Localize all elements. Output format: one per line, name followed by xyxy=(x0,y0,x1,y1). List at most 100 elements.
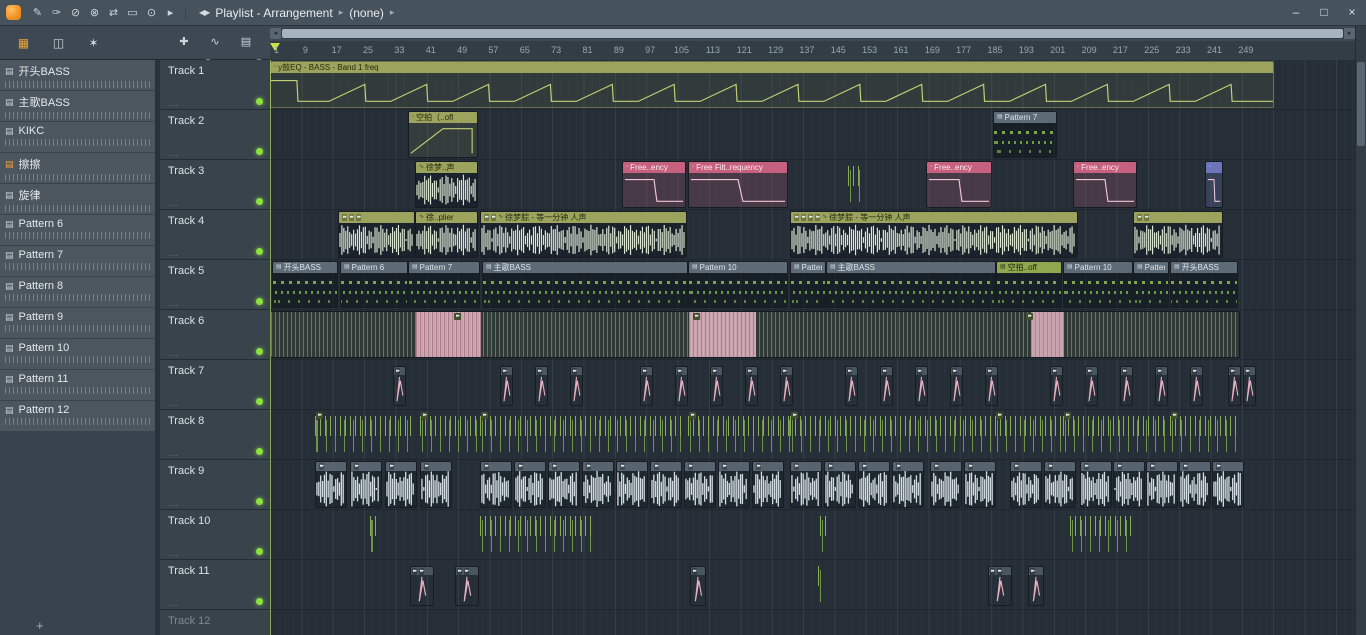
track-enable-led[interactable] xyxy=(256,348,263,355)
track-options[interactable]: ... xyxy=(168,448,179,458)
pattern-list-item[interactable]: ▤Pattern 8 xyxy=(0,277,155,307)
playback-tool-icon[interactable]: ▸ xyxy=(161,0,180,26)
audio-clip[interactable]: ▸▸▸▸▸▸ xyxy=(338,211,415,258)
spike-clip[interactable]: ▸▸ xyxy=(1120,366,1133,406)
timeline-bar-number[interactable]: 25 xyxy=(363,45,373,55)
ticks-clip[interactable]: ▸▸ xyxy=(420,411,478,458)
audio-clip[interactable]: ▸▸▸▸▸▸▸▸∿徐梦腙 - 等一分钟 人声 xyxy=(790,211,1078,258)
wave-small-clip[interactable]: ▸▸ xyxy=(752,461,784,508)
playlist-lane[interactable]: ◦y鼓EQ - BASS - Band 1 freq xyxy=(270,60,1355,110)
pink-clip[interactable]: ◦ xyxy=(1205,161,1223,208)
pattern-list-item[interactable]: ▤Pattern 6 xyxy=(0,215,155,245)
select-tool-icon[interactable]: ▭ xyxy=(123,0,142,26)
vertical-scrollbar-thumb[interactable] xyxy=(1357,62,1365,146)
wave-small-clip[interactable]: ▸▸ xyxy=(315,461,347,508)
track-options[interactable]: ... xyxy=(168,548,179,558)
timeline-bar-number[interactable]: 89 xyxy=(614,45,624,55)
playlist-lane[interactable]: ▸▸▸▸▸▸▸▸▸▸▸▸▸▸▸▸ xyxy=(270,410,1355,460)
wave-small-clip[interactable]: ▸▸ xyxy=(480,461,512,508)
vertical-scrollbar[interactable] xyxy=(1355,26,1366,635)
pattern-list-item[interactable]: ▤KIKC xyxy=(0,122,155,152)
track-options[interactable]: ... xyxy=(168,98,179,108)
pattern-clip[interactable]: ▤开头BASS xyxy=(272,261,338,308)
spike-clip[interactable]: ▸▸ xyxy=(640,366,653,406)
playlist-lane[interactable]: ▸▸▸▸▸▸▸▸▸▸▸▸▸▸▸▸▸▸▸▸▸▸▸▸▸▸▸▸▸▸▸▸▸▸▸▸▸▸▸▸… xyxy=(270,360,1355,410)
picker-panel-icon[interactable]: ◫ xyxy=(49,26,68,60)
timeline-bar-number[interactable]: 177 xyxy=(956,45,971,55)
pattern-clip[interactable]: ▤Pattern 6 xyxy=(790,261,826,308)
track-name-cell[interactable]: Track 10... xyxy=(160,510,270,560)
automation-clip[interactable]: ◦y鼓EQ - BASS - Band 1 freq xyxy=(270,61,1274,108)
timeline-bar-number[interactable]: 233 xyxy=(1176,45,1191,55)
track-name-cell[interactable]: Track 2... xyxy=(160,110,270,160)
timeline-bar-number[interactable]: 169 xyxy=(925,45,940,55)
track-enable-led[interactable] xyxy=(256,398,263,405)
pattern-clip[interactable]: ▤Pattern 6 xyxy=(340,261,408,308)
wave-small-clip[interactable]: ▸▸ xyxy=(824,461,856,508)
track-name-cell[interactable]: Track 9... xyxy=(160,460,270,510)
crossfade-tool-icon[interactable]: ✚ xyxy=(175,29,194,55)
pattern-list-item[interactable]: ▤Pattern 7 xyxy=(0,246,155,276)
fl-logo[interactable] xyxy=(6,5,21,20)
track-enable-led[interactable] xyxy=(256,598,263,605)
timeline-bar-number[interactable]: 121 xyxy=(737,45,752,55)
track-name-cell[interactable]: Track 1... xyxy=(160,60,270,110)
zoom-tool-icon[interactable]: ⊙ xyxy=(142,0,161,26)
pattern-clip[interactable]: ▤空拍..off xyxy=(996,261,1062,308)
wave-small-clip[interactable]: ▸▸ xyxy=(718,461,750,508)
spike-clip[interactable]: ▸▸ xyxy=(1028,566,1044,606)
playlist-lane[interactable]: ▤开头BASS▤Pattern 6▤Pattern 7▤主歌BASS▤Patte… xyxy=(270,260,1355,310)
track-options[interactable]: ... xyxy=(168,598,179,608)
spike-clip[interactable]: ▸▸ xyxy=(880,366,893,406)
pink-clip[interactable]: ◦Free Filt..requency xyxy=(688,161,788,208)
wave-small-clip[interactable]: ▸▸ xyxy=(548,461,580,508)
pattern-list-item[interactable]: ▤主歌BASS xyxy=(0,91,155,121)
timeline-bar-number[interactable]: 153 xyxy=(862,45,877,55)
spike-clip[interactable]: ▸▸ xyxy=(675,366,688,406)
pink-clip[interactable]: ◦Free..ency xyxy=(926,161,992,208)
track-enable-led[interactable] xyxy=(256,298,263,305)
track-name-cell[interactable]: Track 6... xyxy=(160,310,270,360)
timeline-bar-number[interactable]: 193 xyxy=(1019,45,1034,55)
timeline-bar-number[interactable]: 201 xyxy=(1050,45,1065,55)
pattern-list-item[interactable]: ▤Pattern 11 xyxy=(0,370,155,400)
draw-tool-icon[interactable]: ✎ xyxy=(28,0,47,26)
ticks-clip[interactable]: ▸▸ xyxy=(790,411,995,458)
stack-icon[interactable]: ▤ xyxy=(237,29,256,55)
track-enable-led[interactable] xyxy=(256,148,263,155)
track-name-cell[interactable]: Track 5... xyxy=(160,260,270,310)
timeline-bar-number[interactable]: 217 xyxy=(1113,45,1128,55)
track-options[interactable]: ... xyxy=(168,398,179,408)
timeline-bar-number[interactable]: 17 xyxy=(332,45,342,55)
track-name-cell[interactable]: Track 3... xyxy=(160,160,270,210)
add-pattern-button[interactable]: + xyxy=(36,618,44,633)
track-name-cell[interactable]: Track 11... xyxy=(160,560,270,610)
track-enable-led[interactable] xyxy=(256,548,263,555)
wave-small-clip[interactable]: ▸▸ xyxy=(1179,461,1211,508)
close-button[interactable]: × xyxy=(1338,0,1366,26)
wave-small-clip[interactable]: ▸▸ xyxy=(1113,461,1145,508)
spike-clip[interactable]: ▸▸ xyxy=(1243,366,1256,406)
spike-clip[interactable]: ▸▸ xyxy=(780,366,793,406)
wave-small-clip[interactable]: ▸▸ xyxy=(582,461,614,508)
spike-clip[interactable]: ▸▸ xyxy=(690,566,706,606)
slope-tool-icon[interactable]: ∿ xyxy=(206,29,225,55)
wave-small-clip[interactable]: ▸▸ xyxy=(790,461,822,508)
wave-small-clip[interactable]: ▸▸ xyxy=(1146,461,1178,508)
timeline-bar-number[interactable]: 49 xyxy=(457,45,467,55)
spike-clip[interactable]: ▸▸ xyxy=(950,366,963,406)
ramp-clip[interactable]: ◦空拍（..off xyxy=(408,111,478,158)
audio-clip[interactable]: ∿徐梦..声 xyxy=(415,161,478,208)
ticks-clip[interactable] xyxy=(1070,511,1132,558)
track-enable-led[interactable] xyxy=(256,98,263,105)
track-options[interactable]: ... xyxy=(168,348,179,358)
timeline-bar-number[interactable]: 81 xyxy=(582,45,592,55)
pink-clip[interactable]: ◦Free..ency xyxy=(622,161,686,208)
slip-tool-icon[interactable]: ⇄ xyxy=(104,0,123,26)
ticks-clip[interactable]: ▸▸ xyxy=(688,411,790,458)
timeline-bar-number[interactable]: 41 xyxy=(426,45,436,55)
maximize-button[interactable]: □ xyxy=(1310,0,1338,26)
spike-clip[interactable]: ▸▸ xyxy=(535,366,548,406)
spike-clip[interactable]: ▸▸▸▸ xyxy=(988,566,1012,606)
pattern-clip[interactable]: ▤Pattern 7 xyxy=(408,261,480,308)
